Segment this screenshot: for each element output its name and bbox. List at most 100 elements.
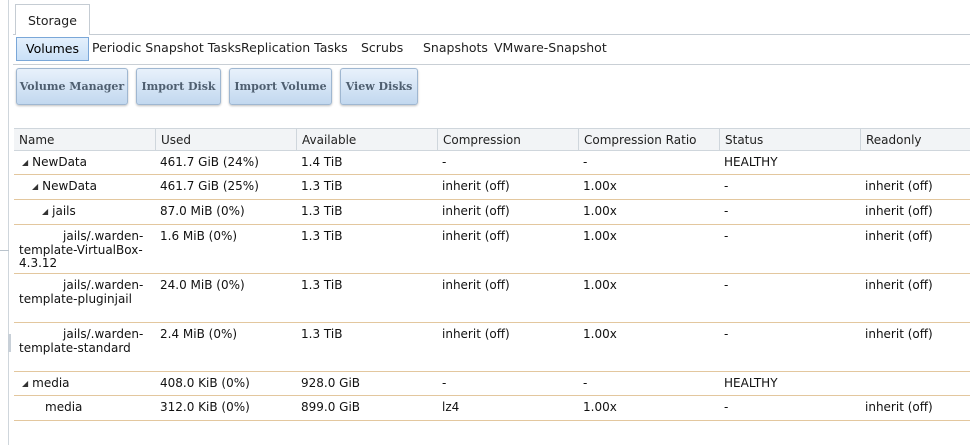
cell-used: 461.7 GiB (24%)	[160, 155, 259, 169]
cell-compression: inherit (off)	[442, 204, 510, 218]
table-row[interactable]: jails/.warden-template-VirtualBox-4.3.12…	[14, 225, 970, 274]
cell-compression: lz4	[442, 400, 460, 414]
column-header-status[interactable]: Status	[719, 129, 860, 150]
tab-volumes[interactable]: Volumes	[16, 37, 90, 61]
cell-used: 1.6 MiB (0%)	[160, 229, 238, 243]
cell-available: 928.0 GiB	[301, 376, 361, 390]
table-row[interactable]: ◢ jails 87.0 MiB (0%) 1.3 TiB inherit (of…	[14, 200, 970, 225]
cell-name: ◢ jails	[14, 200, 155, 219]
cell-used: 87.0 MiB (0%)	[160, 204, 245, 218]
left-panel-splitter-handle[interactable]	[8, 334, 11, 352]
cell-status: -	[724, 229, 729, 243]
cell-readonly: inherit (off)	[865, 400, 933, 414]
cell-status: -	[724, 204, 729, 218]
cell-compression: inherit (off)	[442, 278, 510, 292]
cell-used: 24.0 MiB (0%)	[160, 278, 245, 292]
dataset-name: media	[45, 400, 83, 414]
cell-status: HEALTHY	[724, 155, 778, 169]
cell-compression-ratio: 1.00x	[583, 204, 617, 218]
tab-scrubs[interactable]: Scrubs	[361, 37, 403, 59]
cell-compression-ratio: 1.00x	[583, 278, 617, 292]
cell-name: jails/.warden-template-VirtualBox-4.3.12	[14, 225, 155, 271]
table-row[interactable]: jails/.warden-template-standard 2.4 MiB …	[14, 323, 970, 372]
left-panel-divider	[0, 250, 9, 251]
table-row[interactable]: jails/.warden-template-pluginjail 24.0 M…	[14, 274, 970, 323]
cell-available: 1.3 TiB	[301, 327, 343, 341]
cell-name: ◢ NewData	[14, 151, 155, 170]
cell-used: 408.0 KiB (0%)	[160, 376, 250, 390]
column-header-compression[interactable]: Compression	[437, 129, 578, 150]
cell-status: -	[724, 179, 729, 193]
import-volume-button[interactable]: Import Volume	[229, 68, 332, 105]
cell-available: 899.0 GiB	[301, 400, 361, 414]
cell-readonly: inherit (off)	[865, 229, 933, 243]
cell-compression-ratio: -	[583, 155, 588, 169]
storage-sub-tab-bar: Volumes Periodic Snapshot Tasks Replicat…	[13, 35, 970, 65]
left-panel-edge	[0, 0, 11, 445]
cell-status: -	[724, 400, 729, 414]
tab-replication-tasks[interactable]: Replication Tasks	[241, 37, 348, 59]
column-header-available[interactable]: Available	[296, 129, 437, 150]
table-row[interactable]: media 312.0 KiB (0%) 899.0 GiB lz4 1.00x…	[14, 396, 970, 421]
tab-storage[interactable]: Storage	[15, 4, 90, 35]
cell-available: 1.3 TiB	[301, 204, 343, 218]
column-header-readonly[interactable]: Readonly	[860, 129, 970, 150]
view-disks-button[interactable]: View Disks	[340, 68, 418, 105]
cell-readonly: inherit (off)	[865, 327, 933, 341]
dataset-name: media	[32, 376, 70, 390]
left-panel-border	[8, 0, 9, 445]
cell-name: ◢ NewData	[14, 175, 155, 194]
cell-compression: -	[442, 155, 447, 169]
cell-readonly: inherit (off)	[865, 204, 933, 218]
cell-compression: inherit (off)	[442, 179, 510, 193]
tab-snapshots[interactable]: Snapshots	[423, 37, 488, 59]
import-disk-button[interactable]: Import Disk	[136, 68, 221, 105]
cell-compression-ratio: 1.00x	[583, 229, 617, 243]
top-tab-bar: Storage	[13, 0, 970, 35]
column-header-name[interactable]: Name	[14, 129, 155, 150]
collapse-triangle-icon[interactable]: ◢	[22, 377, 28, 391]
cell-name: jails/.warden-template-standard	[14, 323, 155, 355]
collapse-triangle-icon[interactable]: ◢	[22, 156, 28, 170]
dataset-name: NewData	[42, 179, 97, 193]
collapse-triangle-icon[interactable]: ◢	[32, 180, 38, 194]
column-header-used[interactable]: Used	[155, 129, 296, 150]
cell-compression-ratio: -	[583, 376, 588, 390]
cell-name: ◢ media	[14, 372, 155, 391]
table-row[interactable]: ◢ NewData 461.7 GiB (25%) 1.3 TiB inherit…	[14, 175, 970, 200]
storage-main-panel: Storage Volumes Periodic Snapshot Tasks …	[13, 0, 970, 445]
cell-used: 312.0 KiB (0%)	[160, 400, 250, 414]
cell-compression-ratio: 1.00x	[583, 327, 617, 341]
cell-status: -	[724, 327, 729, 341]
cell-compression-ratio: 1.00x	[583, 179, 617, 193]
dataset-name: jails/.warden-template-VirtualBox-4.3.12	[19, 229, 144, 270]
cell-used: 2.4 MiB (0%)	[160, 327, 238, 341]
dataset-name: jails	[52, 204, 76, 218]
cell-status: -	[724, 278, 729, 292]
tab-vmware-snapshot[interactable]: VMware-Snapshot	[494, 37, 607, 59]
tab-periodic-snapshot-tasks[interactable]: Periodic Snapshot Tasks	[92, 37, 241, 59]
table-header: Name Used Available Compression Compress…	[14, 129, 970, 151]
cell-available: 1.4 TiB	[301, 155, 343, 169]
cell-name: media	[14, 396, 155, 415]
volumes-table: Name Used Available Compression Compress…	[14, 128, 970, 421]
cell-compression: inherit (off)	[442, 229, 510, 243]
cell-readonly	[860, 372, 970, 377]
cell-compression: inherit (off)	[442, 327, 510, 341]
table-row[interactable]: ◢ media 408.0 KiB (0%) 928.0 GiB - - HEAL…	[14, 372, 970, 396]
cell-readonly	[860, 151, 970, 156]
cell-available: 1.3 TiB	[301, 179, 343, 193]
dataset-name: jails/.warden-template-pluginjail	[19, 278, 144, 306]
cell-status: HEALTHY	[724, 376, 778, 390]
cell-used: 461.7 GiB (25%)	[160, 179, 259, 193]
cell-available: 1.3 TiB	[301, 229, 343, 243]
cell-available: 1.3 TiB	[301, 278, 343, 292]
column-header-compression-ratio[interactable]: Compression Ratio	[578, 129, 719, 150]
cell-compression-ratio: 1.00x	[583, 400, 617, 414]
cell-name: jails/.warden-template-pluginjail	[14, 274, 155, 306]
table-row[interactable]: ◢ NewData 461.7 GiB (24%) 1.4 TiB - - HEA…	[14, 151, 970, 175]
collapse-triangle-icon[interactable]: ◢	[42, 205, 48, 219]
cell-readonly: inherit (off)	[865, 278, 933, 292]
volume-manager-button[interactable]: Volume Manager	[16, 68, 128, 105]
cell-readonly: inherit (off)	[865, 179, 933, 193]
